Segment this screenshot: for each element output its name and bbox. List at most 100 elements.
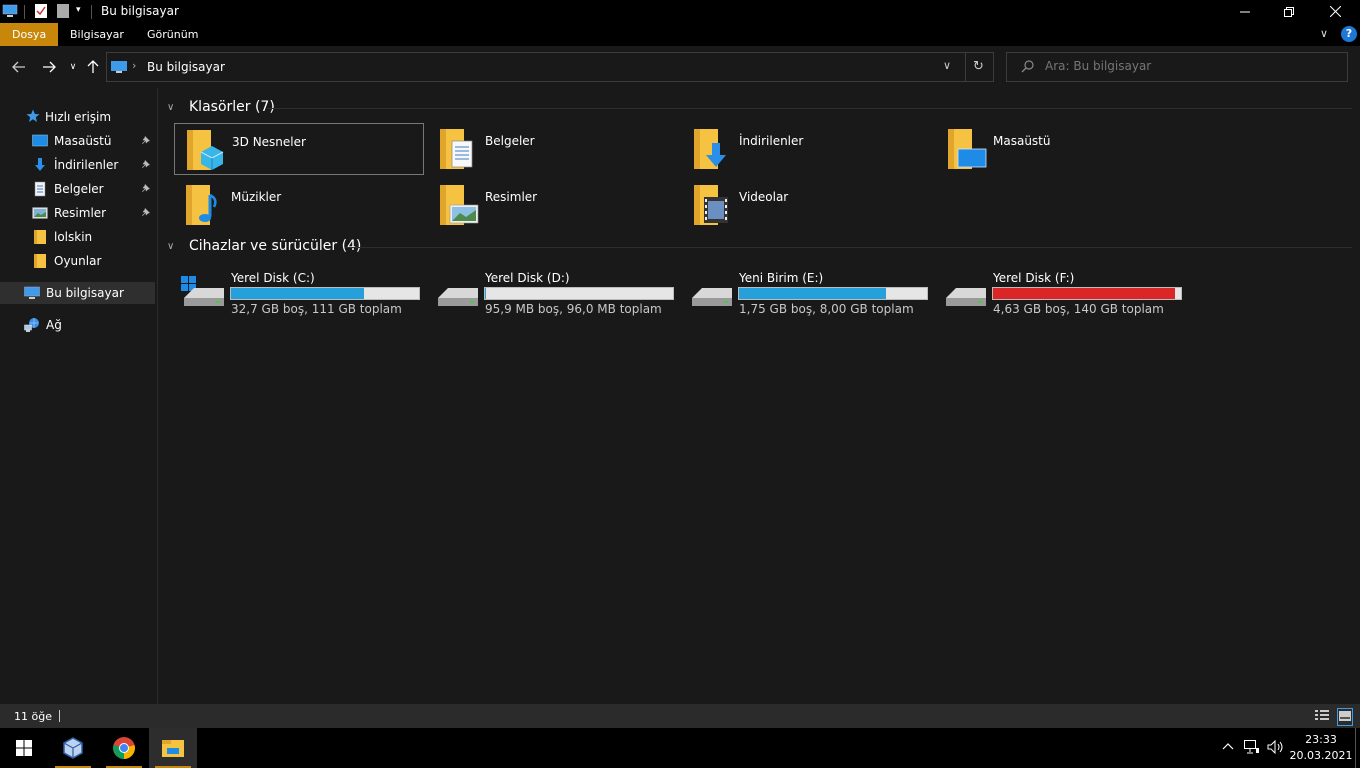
virtualbox-icon bbox=[63, 737, 83, 759]
expand-ribbon-icon[interactable]: ∨ bbox=[1320, 27, 1328, 40]
clock[interactable]: 23:33 20.03.2021 bbox=[1288, 732, 1354, 764]
customize-quick-access-icon[interactable]: ▾ bbox=[76, 5, 81, 22]
file-explorer-taskbar-button[interactable] bbox=[149, 728, 197, 768]
details-view-icon[interactable] bbox=[1315, 709, 1329, 724]
sidebar-item-documents[interactable]: Belgeler bbox=[0, 178, 155, 200]
folder-tile-3d-objects[interactable]: 3D Nesneler bbox=[174, 123, 424, 175]
breadcrumb[interactable]: Bu bilgisayar bbox=[147, 60, 225, 74]
tiles-view-icon[interactable] bbox=[1337, 708, 1353, 726]
forward-button[interactable] bbox=[38, 56, 60, 78]
star-icon bbox=[26, 109, 40, 125]
drive-label: Yerel Disk (F:) bbox=[993, 271, 1075, 285]
drive-usage-bar bbox=[992, 287, 1182, 300]
group-divider bbox=[267, 108, 1352, 109]
close-button[interactable] bbox=[1312, 0, 1358, 23]
search-icon bbox=[1021, 60, 1034, 76]
show-hidden-icons-icon[interactable] bbox=[1222, 740, 1234, 755]
videos-folder-icon bbox=[692, 183, 732, 230]
downloads-icon bbox=[32, 157, 48, 173]
sidebar-item-pictures[interactable]: Resimler bbox=[0, 202, 155, 224]
tab-dosya[interactable]: Dosya bbox=[0, 23, 59, 46]
hard-drive-icon bbox=[434, 274, 480, 313]
start-button[interactable] bbox=[0, 728, 48, 768]
volume-icon[interactable] bbox=[1267, 739, 1285, 758]
windows-icon bbox=[16, 740, 32, 756]
folder-label: Belgeler bbox=[485, 134, 535, 148]
drive-label: Yerel Disk (D:) bbox=[485, 271, 570, 285]
sidebar-item-network[interactable]: Ağ bbox=[0, 314, 155, 336]
pin-icon[interactable] bbox=[141, 207, 151, 220]
computer-icon bbox=[2, 3, 18, 20]
sidebar-item-desktop[interactable]: Masaüstü bbox=[0, 130, 155, 152]
sidebar-item-downloads[interactable]: İndirilenler bbox=[0, 154, 155, 176]
recent-locations-button[interactable]: ∨ bbox=[62, 56, 84, 78]
group-title: Klasörler (7) bbox=[189, 99, 275, 115]
collapse-chevron-icon[interactable]: ∨ bbox=[167, 241, 181, 252]
collapse-chevron-icon[interactable]: ∨ bbox=[167, 102, 181, 113]
drive-info: 1,75 GB boş, 8,00 GB toplam bbox=[739, 302, 914, 316]
refresh-icon[interactable]: ↻ bbox=[973, 59, 984, 74]
chrome-icon bbox=[113, 737, 135, 759]
pin-icon[interactable] bbox=[141, 135, 151, 148]
drives-group-header[interactable]: ∨ Cihazlar ve sürücüler (4) bbox=[167, 238, 361, 254]
clock-time: 23:33 bbox=[1305, 733, 1337, 746]
help-icon[interactable]: ? bbox=[1341, 26, 1357, 42]
sidebar-item-label: Bu bilgisayar bbox=[46, 286, 124, 300]
sidebar-item-oyunlar[interactable]: Oyunlar bbox=[0, 250, 155, 272]
restore-button[interactable] bbox=[1266, 0, 1312, 23]
folder-label: Resimler bbox=[485, 190, 538, 204]
tab-gorunum[interactable]: Görünüm bbox=[135, 23, 210, 46]
drive-d[interactable]: Yerel Disk (D:) 95,9 MB boş, 96,0 MB top… bbox=[428, 266, 678, 316]
desktop-folder-icon bbox=[946, 127, 988, 174]
breadcrumb-chevron-icon[interactable]: › bbox=[132, 59, 136, 72]
up-button[interactable] bbox=[82, 56, 104, 78]
properties-icon[interactable] bbox=[34, 3, 48, 20]
minimize-button[interactable] bbox=[1222, 0, 1268, 23]
chrome-taskbar-button[interactable] bbox=[100, 728, 148, 768]
window-title: Bu bilgisayar bbox=[101, 4, 179, 18]
folder-tile-downloads[interactable]: İndirilenler bbox=[682, 123, 932, 175]
network-status-icon[interactable] bbox=[1244, 740, 1260, 758]
drive-info: 4,63 GB boş, 140 GB toplam bbox=[993, 302, 1164, 316]
drive-usage-fill bbox=[739, 288, 886, 299]
sidebar-item-quick-access[interactable]: Hızlı erişim bbox=[0, 106, 155, 128]
address-dropdown-icon[interactable]: ∨ bbox=[943, 59, 951, 72]
search-input[interactable] bbox=[1045, 59, 1335, 73]
drive-usage-bar bbox=[230, 287, 420, 300]
new-folder-icon[interactable] bbox=[57, 3, 69, 20]
folder-tile-documents[interactable]: Belgeler bbox=[428, 123, 678, 175]
group-title: Cihazlar ve sürücüler (4) bbox=[189, 238, 362, 254]
address-bar[interactable]: › Bu bilgisayar ∨ ↻ bbox=[106, 52, 994, 82]
pin-icon[interactable] bbox=[141, 159, 151, 172]
folder-tile-music[interactable]: Müzikler bbox=[174, 179, 424, 231]
sidebar-item-label: Resimler bbox=[54, 206, 107, 220]
folder-tile-videos[interactable]: Videolar bbox=[682, 179, 932, 231]
drive-usage-bar bbox=[484, 287, 674, 300]
sidebar-item-label: lolskin bbox=[54, 230, 93, 244]
folder-label: Masaüstü bbox=[993, 134, 1051, 148]
pin-icon[interactable] bbox=[141, 183, 151, 196]
back-button[interactable] bbox=[8, 56, 30, 78]
folder-label: 3D Nesneler bbox=[232, 135, 306, 149]
sidebar-item-lolskin[interactable]: lolskin bbox=[0, 226, 155, 248]
documents-folder-icon bbox=[438, 127, 478, 174]
drive-e[interactable]: Yeni Birim (E:) 1,75 GB boş, 8,00 GB top… bbox=[682, 266, 932, 316]
separator bbox=[965, 53, 966, 81]
file-explorer-icon bbox=[162, 740, 184, 757]
group-divider bbox=[345, 247, 1352, 248]
folder-tile-desktop[interactable]: Masaüstü bbox=[936, 123, 1186, 175]
show-desktop-button[interactable] bbox=[1355, 728, 1356, 768]
drive-f[interactable]: Yerel Disk (F:) 4,63 GB boş, 140 GB topl… bbox=[936, 266, 1186, 316]
documents-icon bbox=[32, 181, 48, 197]
search-box[interactable] bbox=[1006, 52, 1348, 82]
drive-c[interactable]: Yerel Disk (C:) 32,7 GB boş, 111 GB topl… bbox=[174, 266, 424, 316]
navigation-pane: Hızlı erişim Masaüstü İndirilenler Belge… bbox=[0, 88, 158, 704]
folder-label: Müzikler bbox=[231, 190, 282, 204]
folders-group-header[interactable]: ∨ Klasörler (7) bbox=[167, 99, 275, 115]
tab-bilgisayar[interactable]: Bilgisayar bbox=[58, 23, 136, 46]
ribbon-tabs: Dosya Bilgisayar Görünüm ∨ ? bbox=[0, 23, 1360, 46]
virtualbox-taskbar-button[interactable] bbox=[49, 728, 97, 768]
downloads-folder-icon bbox=[692, 127, 732, 174]
folder-tile-pictures[interactable]: Resimler bbox=[428, 179, 678, 231]
sidebar-item-this-pc[interactable]: Bu bilgisayar bbox=[0, 282, 155, 304]
